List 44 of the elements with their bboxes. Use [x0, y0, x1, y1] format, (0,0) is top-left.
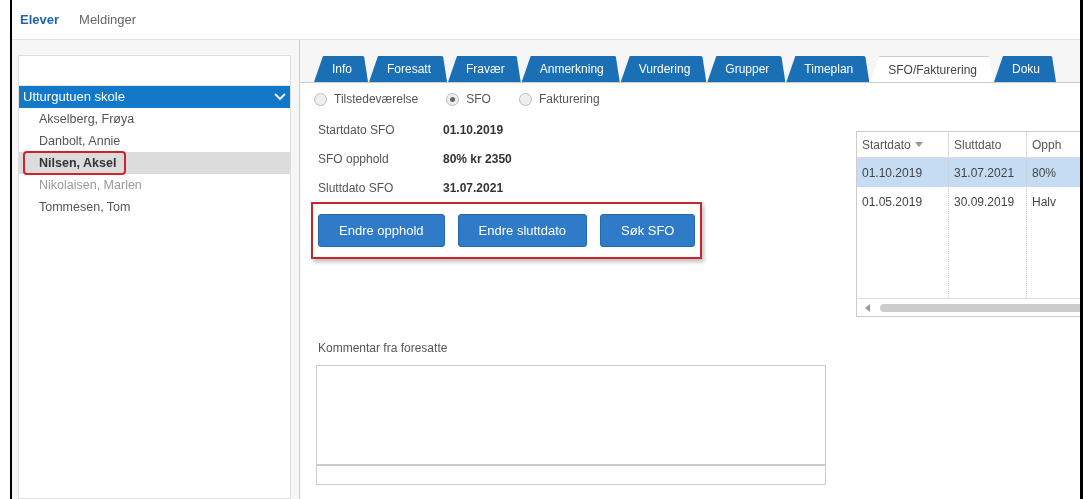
student-item[interactable]: Nikolaisen, Marlen [19, 174, 290, 196]
radio-button[interactable] [314, 92, 327, 106]
action-button[interactable]: Endre sluttdato [457, 214, 588, 247]
radio-button[interactable] [518, 92, 532, 106]
table-cell: 01.05.2019 [857, 187, 949, 216]
field-label: Sluttdato SFO [318, 179, 395, 197]
action-button[interactable]: Søk SFO [600, 214, 696, 247]
column-header[interactable]: Sluttdato [949, 132, 1027, 157]
table-cell: 30.09.2019 [949, 187, 1027, 216]
tab[interactable]: Fravær [448, 56, 521, 82]
student-item[interactable]: Tommesen, Tom [19, 196, 290, 218]
scroll-left-icon[interactable] [865, 303, 870, 312]
table-cell: 01.10.2019 [857, 158, 949, 187]
sort-caret-icon [914, 142, 923, 147]
nav-link[interactable]: Meldinger [79, 9, 137, 30]
field-label: Startdato SFO [318, 121, 396, 139]
column-header[interactable]: Startdato [857, 132, 949, 157]
tab[interactable]: Foresatt [369, 56, 448, 82]
tab[interactable]: Doku [994, 56, 1056, 82]
field-value: 31.07.2021 [443, 179, 504, 197]
tab[interactable]: Anmerkning [521, 56, 620, 82]
comment-label: Kommentar fra foresatte [317, 340, 449, 357]
field-label: SFO opphold [318, 150, 390, 168]
radio-button[interactable] [446, 92, 460, 106]
comment-field[interactable] [316, 365, 826, 465]
field-value: 80% kr 2350 [443, 150, 512, 168]
school-group-header[interactable]: Utturgutuen skole [19, 86, 290, 108]
action-button[interactable]: Endre opphold [318, 214, 445, 247]
table-row[interactable]: 01.10.2019 31.07.2021 80% [857, 158, 1080, 187]
student-item[interactable]: Nilsen, Aksel [19, 152, 290, 174]
text-field[interactable] [316, 465, 826, 485]
field-value: 01.10.2019 [443, 121, 504, 139]
student-item[interactable]: Danbolt, Annie [19, 130, 290, 152]
tab[interactable]: Info [314, 56, 368, 82]
tab[interactable]: Grupper [707, 56, 786, 82]
nav-link[interactable]: Elever [20, 9, 60, 30]
tab[interactable]: Timeplan [786, 56, 870, 82]
radio-label: Fakturering [538, 91, 600, 108]
tab[interactable]: Vurdering [620, 56, 707, 82]
table-cell: 31.07.2021 [949, 158, 1027, 187]
radio-label: Tilstedeværelse [334, 91, 419, 108]
radio-label: SFO [466, 91, 491, 108]
tab[interactable]: SFO/Fakturering [870, 56, 993, 82]
student-item[interactable]: Akselberg, Frøya [19, 108, 290, 130]
